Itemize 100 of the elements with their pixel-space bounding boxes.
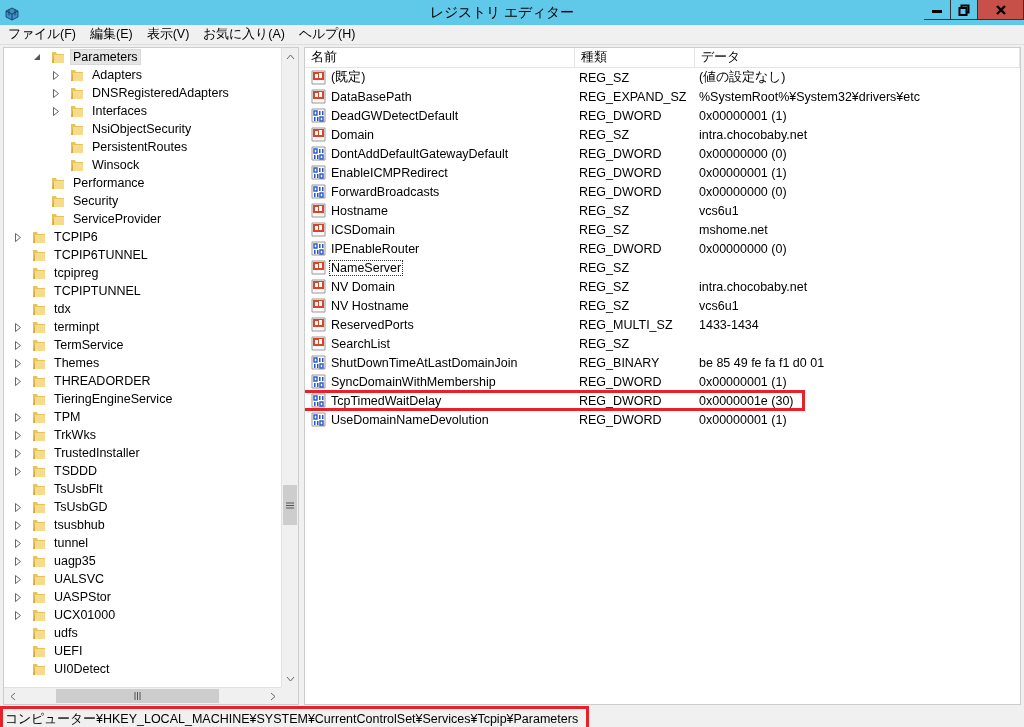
value-type: REG_DWORD: [578, 241, 663, 256]
value-name[interactable]: Hostname: [329, 202, 390, 219]
expand-arrow-icon[interactable]: [15, 448, 21, 458]
tree-item[interactable]: udfs: [51, 625, 81, 641]
tree-item[interactable]: tsusbhub: [51, 517, 108, 533]
tree-item[interactable]: TrkWks: [51, 427, 99, 443]
value-data: %SystemRoot%¥System32¥drivers¥etc: [698, 89, 921, 104]
menu-item[interactable]: 編集(E): [89, 26, 133, 43]
tree-item[interactable]: Winsock: [89, 157, 143, 173]
vertical-scrollbar[interactable]: [281, 48, 298, 687]
tree-item[interactable]: tdx: [51, 301, 74, 317]
tree-item[interactable]: TsUsbFlt: [51, 481, 106, 497]
scroll-right-icon[interactable]: [269, 692, 276, 701]
scroll-left-icon[interactable]: [9, 692, 16, 701]
tree-item[interactable]: UI0Detect: [51, 661, 113, 677]
tree-item[interactable]: tcpipreg: [51, 265, 102, 281]
tree-item[interactable]: Parameters: [70, 49, 141, 65]
expand-arrow-icon[interactable]: [15, 376, 21, 386]
scroll-up-icon[interactable]: [285, 53, 295, 60]
menu-item[interactable]: お気に入り(A): [203, 26, 285, 43]
expand-arrow-icon[interactable]: [15, 502, 21, 512]
tree-item[interactable]: UCX01000: [51, 607, 119, 623]
value-name[interactable]: IPEnableRouter: [329, 240, 422, 257]
tree-item[interactable]: TCPIPTUNNEL: [51, 283, 144, 299]
menu-item[interactable]: ファイル(F): [8, 26, 76, 43]
collapse-arrow-icon[interactable]: [33, 53, 41, 61]
folder-icon: [31, 607, 47, 623]
value-name[interactable]: ReservedPorts: [329, 316, 416, 333]
expand-arrow-icon[interactable]: [15, 592, 21, 602]
string-value-icon: [311, 221, 327, 238]
tree-item[interactable]: TPM: [51, 409, 84, 425]
tree-item[interactable]: TieringEngineService: [51, 391, 176, 407]
value-name[interactable]: UseDomainNameDevolution: [329, 411, 491, 428]
value-name[interactable]: NameServer: [329, 259, 404, 276]
value-name[interactable]: (既定): [329, 68, 368, 87]
tree-item[interactable]: PersistentRoutes: [89, 139, 191, 155]
tree-item[interactable]: TsUsbGD: [51, 499, 111, 515]
tree-item[interactable]: Performance: [70, 175, 148, 191]
expand-arrow-icon[interactable]: [15, 466, 21, 476]
value-name[interactable]: ShutDownTimeAtLastDomainJoin: [329, 354, 520, 371]
minimize-button[interactable]: [924, 0, 951, 20]
value-name[interactable]: DataBasePath: [329, 88, 414, 105]
tree-item[interactable]: TCPIP6: [51, 229, 101, 245]
expand-arrow-icon[interactable]: [53, 88, 59, 98]
folder-icon: [69, 121, 85, 137]
value-name[interactable]: ICSDomain: [329, 221, 397, 238]
tree-item[interactable]: UALSVC: [51, 571, 108, 587]
menu-item[interactable]: 表示(V): [146, 26, 190, 43]
tree-item[interactable]: tunnel: [51, 535, 92, 551]
value-name[interactable]: NV Hostname: [329, 297, 411, 314]
column-header[interactable]: 名前: [305, 48, 575, 67]
value-name[interactable]: EnableICMPRedirect: [329, 164, 450, 181]
scroll-thumb[interactable]: [283, 485, 297, 525]
value-name[interactable]: TcpTimedWaitDelay: [329, 392, 444, 409]
tree-item[interactable]: Security: [70, 193, 122, 209]
tree-item[interactable]: ServiceProvider: [70, 211, 165, 227]
scroll-thumb[interactable]: [56, 689, 219, 703]
tree-item[interactable]: Interfaces: [89, 103, 150, 119]
horizontal-scrollbar[interactable]: [4, 687, 281, 704]
value-name[interactable]: DontAddDefaultGatewayDefault: [329, 145, 511, 162]
tree-item[interactable]: UEFI: [51, 643, 86, 659]
menu-item[interactable]: ヘルプ(H): [299, 26, 356, 43]
tree-item[interactable]: Themes: [51, 355, 103, 371]
expand-arrow-icon[interactable]: [15, 340, 21, 350]
tree-item[interactable]: TermService: [51, 337, 127, 353]
tree-item[interactable]: terminpt: [51, 319, 103, 335]
tree-item[interactable]: DNSRegisteredAdapters: [89, 85, 232, 101]
expand-arrow-icon[interactable]: [53, 106, 59, 116]
value-name[interactable]: Domain: [329, 126, 377, 143]
column-header[interactable]: 種類: [575, 48, 695, 67]
tree-item[interactable]: TCPIP6TUNNEL: [51, 247, 151, 263]
expand-arrow-icon[interactable]: [15, 574, 21, 584]
expand-arrow-icon[interactable]: [53, 70, 59, 80]
expand-arrow-icon[interactable]: [15, 430, 21, 440]
folder-icon: [69, 157, 85, 173]
value-name[interactable]: ForwardBroadcasts: [329, 183, 442, 200]
tree-item[interactable]: uagp35: [51, 553, 99, 569]
expand-arrow-icon[interactable]: [15, 412, 21, 422]
restore-button[interactable]: [951, 0, 978, 20]
folder-icon: [31, 571, 47, 587]
tree-item[interactable]: THREADORDER: [51, 373, 154, 389]
value-name[interactable]: SearchList: [329, 335, 393, 352]
value-name[interactable]: SyncDomainWithMembership: [329, 373, 498, 390]
tree-item[interactable]: NsiObjectSecurity: [89, 121, 195, 137]
value-name[interactable]: DeadGWDetectDefault: [329, 107, 461, 124]
expand-arrow-icon[interactable]: [15, 610, 21, 620]
expand-arrow-icon[interactable]: [15, 520, 21, 530]
value-name[interactable]: NV Domain: [329, 278, 397, 295]
tree-item[interactable]: Adapters: [89, 67, 146, 83]
column-header[interactable]: データ: [695, 48, 1020, 67]
close-button[interactable]: [978, 0, 1024, 20]
expand-arrow-icon[interactable]: [15, 322, 21, 332]
tree-item[interactable]: TrustedInstaller: [51, 445, 143, 461]
expand-arrow-icon[interactable]: [15, 556, 21, 566]
expand-arrow-icon[interactable]: [15, 538, 21, 548]
tree-item[interactable]: UASPStor: [51, 589, 114, 605]
expand-arrow-icon[interactable]: [15, 232, 21, 242]
tree-item[interactable]: TSDDD: [51, 463, 101, 479]
scroll-down-icon[interactable]: [285, 675, 295, 682]
expand-arrow-icon[interactable]: [15, 358, 21, 368]
